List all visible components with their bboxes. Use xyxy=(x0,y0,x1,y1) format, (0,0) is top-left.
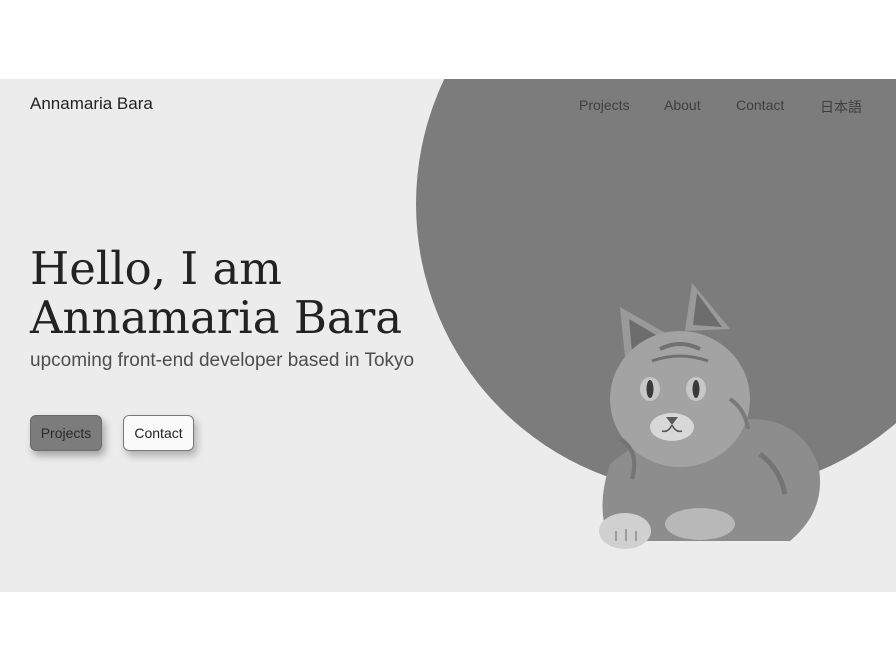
headline-line-1: Hello, I am xyxy=(30,242,282,295)
hero-headline: Hello, I am Annamaria Bara xyxy=(30,244,402,342)
projects-button[interactable]: Projects xyxy=(30,415,102,451)
contact-button[interactable]: Contact xyxy=(123,415,194,451)
cat-illustration xyxy=(599,283,821,549)
hero-section: Annamaria Bara Projects About Contact 日本… xyxy=(0,79,896,592)
nav-language-japanese[interactable]: 日本語 xyxy=(820,97,862,117)
hero-subtitle: upcoming front-end developer based in To… xyxy=(30,350,415,371)
headline-line-2: Annamaria Bara xyxy=(30,291,403,344)
nav-contact[interactable]: Contact xyxy=(736,97,784,113)
nav-projects[interactable]: Projects xyxy=(579,97,630,113)
nav-about[interactable]: About xyxy=(664,97,701,113)
main-nav: Projects About Contact 日本語 xyxy=(0,97,896,117)
